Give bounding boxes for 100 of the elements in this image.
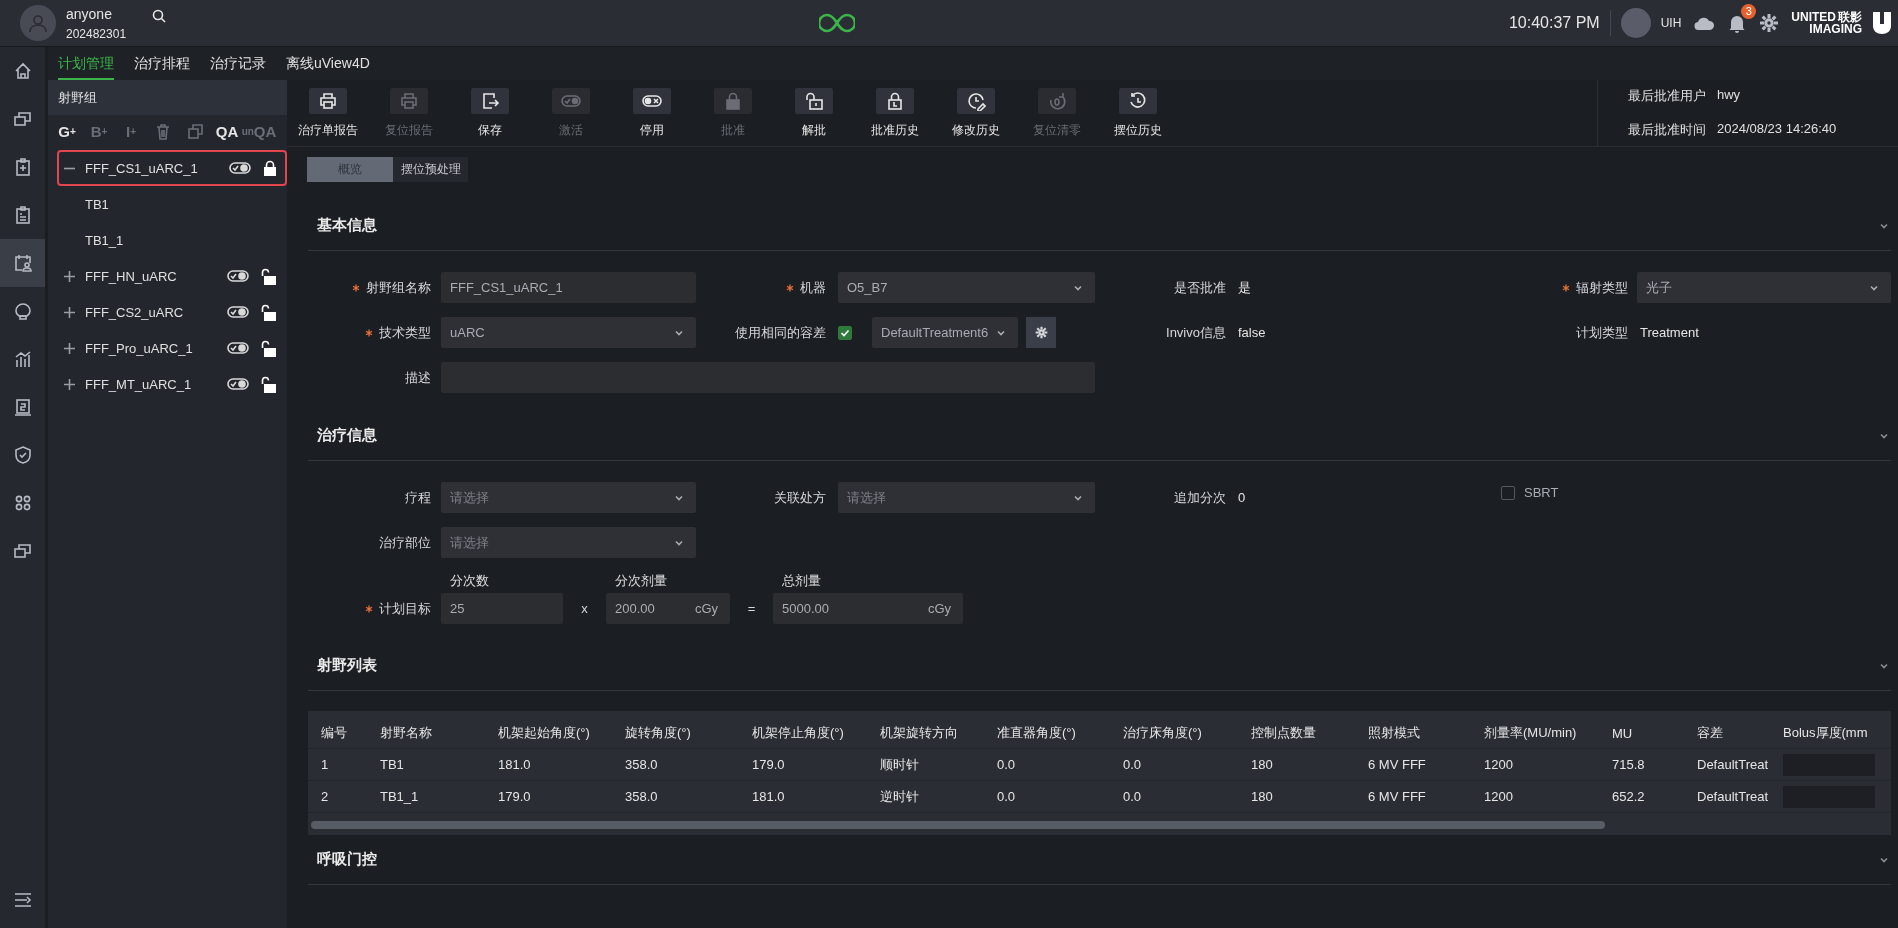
text-field[interactable]: 5000.00 cGy <box>773 593 963 624</box>
scrollbar[interactable] <box>311 821 1605 829</box>
expand-icon[interactable] <box>63 341 76 355</box>
tree-item[interactable]: TB1 <box>48 186 287 222</box>
unlock-icon[interactable] <box>261 375 277 393</box>
section-header[interactable]: 呼吸门控 <box>308 835 1891 885</box>
expand-icon[interactable] <box>63 377 76 391</box>
field-value: Treatment <box>1640 325 1700 340</box>
toolbar-button[interactable]: 批准历史 <box>854 80 935 140</box>
user-id: 202482301 <box>66 26 128 41</box>
tree-item[interactable]: FFF_CS2_uARC <box>57 294 287 330</box>
nav-tab[interactable]: 离线uView4D <box>286 47 370 80</box>
shield-check-icon <box>12 445 33 465</box>
expand-icon[interactable] <box>63 269 76 283</box>
text-field[interactable]: 25 <box>441 593 563 624</box>
section-header[interactable]: 射野列表 <box>308 641 1891 691</box>
tool-button[interactable]: G$^{+}$ <box>51 119 83 144</box>
tree-item[interactable]: FFF_HN_uARC <box>57 258 287 294</box>
toggle-icon[interactable] <box>229 162 251 174</box>
column-header: 控制点数量 <box>1251 725 1316 740</box>
nav-tab[interactable]: 治疗排程 <box>134 47 190 80</box>
text-field[interactable]: 200.00 cGy <box>606 593 730 624</box>
toolbar-button[interactable]: 解批 <box>773 80 854 140</box>
table-cell: 358.0 <box>625 757 658 772</box>
tool-button[interactable]: QA <box>211 119 243 144</box>
dropdown[interactable]: O5_B7 <box>838 272 1095 303</box>
field-value: 2024/08/23 14:26:40 <box>1717 121 1838 138</box>
column-header: 编号 <box>321 725 347 740</box>
field-label: 技术类型 <box>379 323 431 342</box>
nav-tab[interactable]: 治疗记录 <box>210 47 266 80</box>
table-cell: 180 <box>1251 757 1273 772</box>
toggle-icon[interactable] <box>227 342 249 354</box>
sub-tab[interactable]: 摆位预处理 <box>393 157 468 182</box>
column-header: Bolus厚度(mm <box>1783 725 1868 740</box>
checkbox[interactable] <box>1501 485 1515 500</box>
field-caption: 分次数 <box>449 572 490 590</box>
tree-item[interactable]: FFF_Pro_uARC_1 <box>57 330 287 366</box>
toggle-icon[interactable] <box>227 270 249 282</box>
table-cell: 652.2 <box>1612 789 1645 804</box>
settings-button[interactable] <box>1026 317 1056 348</box>
unlock-icon[interactable] <box>261 339 277 357</box>
field-label: 关联处方 <box>774 488 826 507</box>
table-cell: 0.0 <box>1123 789 1142 804</box>
toolbar-button[interactable]: 保存 <box>449 80 530 140</box>
table-cell: 1200 <box>1484 757 1513 772</box>
dropdown[interactable]: uARC <box>441 317 696 348</box>
toolbar-button[interactable]: 治疗单报告 <box>287 80 368 140</box>
clock-edit-icon <box>965 91 986 111</box>
cloud-icon[interactable] <box>1693 15 1716 31</box>
column-header: 旋转角度(°) <box>625 725 691 740</box>
tree-item[interactable]: FFF_MT_uARC_1 <box>57 366 287 402</box>
toolbar-button[interactable]: 摆位历史 <box>1097 80 1178 140</box>
checkbox-label: SBRT <box>1524 485 1559 500</box>
operator: = <box>746 600 757 618</box>
required-icon <box>352 283 360 292</box>
field-label: 最后批准时间 <box>1627 121 1706 139</box>
lock-icon[interactable] <box>263 160 277 176</box>
settings-icon[interactable] <box>1759 13 1780 33</box>
unlock-icon[interactable] <box>261 303 277 321</box>
section-header[interactable]: 基本信息 <box>308 201 1891 251</box>
table-cell: TB1 <box>380 757 404 772</box>
toggle-icon[interactable] <box>227 378 249 390</box>
search-icon[interactable] <box>152 9 166 23</box>
text-field[interactable]: FFF_CS1_uARC_1 <box>441 272 696 303</box>
calendar-user-icon <box>12 253 33 273</box>
menu-icon[interactable] <box>12 890 33 910</box>
toggle-icon[interactable] <box>227 306 249 318</box>
nav-button[interactable] <box>0 239 45 287</box>
dropdown[interactable]: DefaultTreatment6 <box>872 317 1018 348</box>
toolbar-button[interactable]: 修改历史 <box>935 80 1016 140</box>
table-cell: 6 MV FFF <box>1368 757 1426 772</box>
field-caption: 总剂量 <box>781 572 822 590</box>
table-cell: 180 <box>1251 789 1273 804</box>
table-cell: DefaultTreat <box>1697 757 1769 772</box>
windows-icon <box>12 109 33 129</box>
field-label: 治疗部位 <box>379 533 431 552</box>
table-cell: 358.0 <box>625 789 658 804</box>
table-cell: DefaultTreat <box>1697 789 1769 804</box>
table-cell: TB1_1 <box>380 789 419 804</box>
expand-icon[interactable] <box>63 305 76 319</box>
unlock-icon[interactable] <box>261 267 277 285</box>
required-icon <box>786 283 794 292</box>
dropdown[interactable]: 光子 <box>1637 272 1891 303</box>
field-label: 最后批准用户 <box>1627 87 1706 105</box>
logo-text: IMAGING <box>1809 23 1862 35</box>
field-label: 是否批准 <box>1174 278 1226 297</box>
field-label: Invivo信息 <box>1166 323 1226 342</box>
table-cell: 179.0 <box>498 789 531 804</box>
column-header: 治疗床角度(°) <box>1123 725 1202 740</box>
table-cell: 1200 <box>1484 789 1513 804</box>
field-value: 是 <box>1238 278 1252 297</box>
field-label: 使用相同的容差 <box>735 323 826 342</box>
table-cell: 0.0 <box>997 757 1016 772</box>
section-header[interactable]: 治疗信息 <box>308 411 1891 461</box>
tree-item[interactable]: FFF_CS1_uARC_1 <box>57 150 287 186</box>
tree-item[interactable]: TB1_1 <box>48 222 287 258</box>
toolbar-button[interactable]: 停用 <box>611 80 692 140</box>
column-header: 准直器角度(°) <box>997 725 1076 740</box>
printer-icon <box>317 91 338 111</box>
checkbox[interactable] <box>838 325 852 340</box>
